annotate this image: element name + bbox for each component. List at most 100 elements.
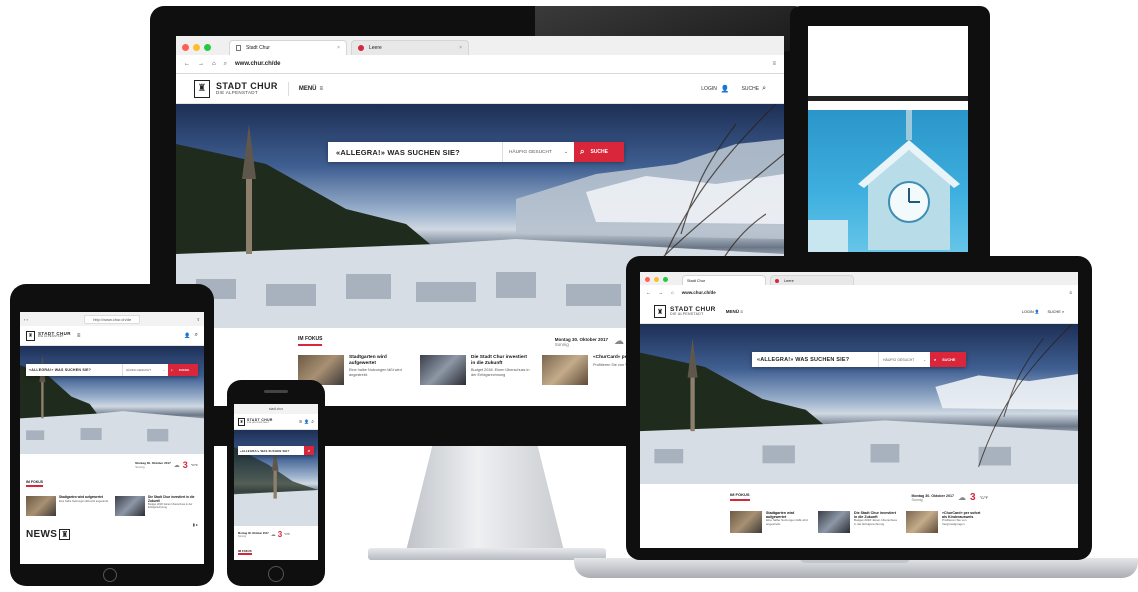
pagination-dots[interactable]: ▮ ▸ <box>193 522 198 527</box>
maximize-dot[interactable] <box>204 44 211 51</box>
laptop-screen: Stadt Chur Leere ← → ⌂ www.chur.ch/de ≡ … <box>640 272 1078 548</box>
user-icon[interactable]: 👤 <box>304 419 309 424</box>
tablet-hero-image: «ALLEGRA!» WAS SUCHEN SIE? HÄUFIG GESUCH… <box>20 346 204 454</box>
login-link[interactable]: LOGIN 👤 <box>701 85 729 93</box>
search-icon: ⌕ <box>934 357 937 362</box>
tab-close-icon[interactable]: × <box>459 45 462 51</box>
coat-of-arms-icon[interactable]: ♜ <box>238 417 245 426</box>
page-icon <box>236 45 241 51</box>
hamburger-icon[interactable]: ≡ <box>77 333 81 339</box>
minimize-dot[interactable] <box>654 277 659 282</box>
hamburger-menu-icon[interactable]: ≡ <box>1069 290 1072 295</box>
list-item[interactable]: Stadtgarten wird aufgewertet Eine halbe N… <box>730 511 810 533</box>
news-thumbnail <box>420 355 466 385</box>
maximize-dot[interactable] <box>663 277 668 282</box>
laptop-browser-chrome: Stadt Chur Leere ← → ⌂ www.chur.ch/de ≡ <box>640 272 1078 300</box>
forward-arrow-icon[interactable]: → <box>659 290 664 295</box>
weather-widget: Montag 30. Oktober 2017 Sonnig ☁ 3 °C/°F <box>911 492 988 503</box>
monitor-stand <box>405 440 565 555</box>
site-brand[interactable]: STADT CHUR DIE ALPENSTADT <box>216 81 278 96</box>
tab-stadt-chur[interactable]: Stadt Chur <box>682 275 766 285</box>
chevron-down-icon: ⌄ <box>563 149 568 155</box>
search-button[interactable]: ⌕ SUCHE <box>930 352 966 367</box>
list-item[interactable]: Stadtgarten wird aufgewertet Eine halbe N… <box>26 495 109 516</box>
home-icon[interactable]: ⌂ <box>212 61 216 67</box>
tab-close-icon[interactable]: × <box>337 45 340 51</box>
temperature: 3 <box>970 492 976 503</box>
tab-leere[interactable]: Leere × <box>351 40 469 55</box>
search-icon[interactable]: ⌕ <box>195 332 198 339</box>
red-circle-icon <box>775 278 779 283</box>
back-arrow-icon[interactable]: ‹ › <box>24 317 28 322</box>
list-item[interactable]: «ChurCard» per sofort als Kinderausweis P… <box>906 511 986 533</box>
red-circle-icon <box>358 45 364 51</box>
menu-button[interactable]: MENÜ ≡ <box>726 309 743 314</box>
menu-button[interactable]: MENÜ ≡ <box>299 86 323 92</box>
coat-of-arms-icon: ♜ <box>59 529 71 540</box>
phone-speaker <box>264 390 288 393</box>
search-input[interactable]: «ALLEGRA!» WAS SUCHEN SIE? <box>26 364 122 376</box>
frequent-searches-dropdown[interactable]: HÄUFIG GESUCHT ⌄ <box>502 142 574 162</box>
search-button[interactable]: ⌕ SUCHE <box>574 142 624 162</box>
search-icon: ⌕ <box>580 147 585 156</box>
close-dot[interactable] <box>182 44 189 51</box>
temperature-unit-toggle[interactable]: °C/°F <box>191 463 198 467</box>
address-bar[interactable]: http://www.chur.ch/de <box>84 314 141 324</box>
cloud-sun-icon: ☁ <box>173 462 180 469</box>
phone-address-bar: stadt.chur <box>234 404 318 414</box>
back-arrow-icon[interactable]: ← <box>646 290 651 295</box>
tab-leere[interactable]: Leere <box>770 275 854 285</box>
coat-of-arms-icon[interactable]: ♜ <box>654 305 666 318</box>
section-title: IM FOKUS <box>730 492 750 501</box>
phone-search-bar: «ALLEGRA!» WAS SUCHEN SIE? ⌕ <box>238 446 314 455</box>
weather-widget: Montag 30. Oktober 2017 Sonnig ☁ 3 °C/°F <box>238 530 290 539</box>
news-thumbnail <box>542 355 588 385</box>
tablet-home-button[interactable] <box>103 568 117 582</box>
search-input[interactable]: «ALLEGRA!» WAS SUCHEN SIE? <box>752 352 878 367</box>
minimize-dot[interactable] <box>193 44 200 51</box>
coat-of-arms-icon[interactable]: ♜ <box>26 330 35 341</box>
user-icon: 👤 <box>720 85 730 93</box>
coat-of-arms-icon[interactable]: ♜ <box>194 79 210 98</box>
list-item[interactable]: Die Stadt Chur investiert in die Zukunft… <box>115 495 198 516</box>
hamburger-icon[interactable]: ≡ <box>299 419 302 425</box>
search-icon: ⌕ <box>762 84 766 92</box>
header-search-link[interactable]: SUCHE ⌕ <box>742 85 766 93</box>
close-dot[interactable] <box>645 277 650 282</box>
cloud-sun-icon: ☁ <box>270 531 276 538</box>
address-bar[interactable]: www.chur.ch/de <box>682 290 1062 295</box>
tab-stadt-chur[interactable]: Stadt Chur × <box>229 40 347 55</box>
user-icon[interactable]: 👤 <box>184 333 190 339</box>
login-link[interactable]: LOGIN 👤 <box>1022 309 1040 314</box>
site-brand[interactable]: STADT CHUR DIE ALPENSTADT <box>670 306 716 317</box>
site-brand[interactable]: STADT CHUR DIE ALPENSTADT <box>38 331 71 339</box>
search-button[interactable]: ⌕ SUCHE <box>168 364 198 376</box>
phone-site-header: ♜ STADT CHUR DIE ALPENSTADT ≡ 👤 ⌕ <box>234 414 318 430</box>
laptop-search-bar: «ALLEGRA!» WAS SUCHEN SIE? HÄUFIG GESUCH… <box>752 352 966 367</box>
search-input[interactable]: «ALLEGRA!» WAS SUCHEN SIE? <box>238 446 304 455</box>
back-arrow-icon[interactable]: ← <box>184 61 190 67</box>
tablet-site-header: ♜ STADT CHUR DIE ALPENSTADT ≡ 👤 ⌕ <box>20 326 204 346</box>
hamburger-menu-icon[interactable]: ≡ <box>772 61 776 67</box>
news-thumbnail <box>115 496 145 516</box>
search-icon[interactable]: ⌕ <box>311 419 314 425</box>
phone-home-button[interactable] <box>268 566 284 582</box>
address-bar[interactable]: www.chur.ch/de <box>235 61 764 67</box>
list-item[interactable]: Die Stadt Chur investiert in die Zukunft… <box>420 355 532 385</box>
temperature-unit-toggle[interactable]: °C/°F <box>284 533 290 536</box>
chevron-down-icon: ⌄ <box>923 357 926 362</box>
device-mockup-stage: Stadt Chur × Leere × ← → ⌂ ⌕ www.chur.ch… <box>0 0 1138 592</box>
search-button[interactable]: ⌕ <box>304 446 314 455</box>
temperature-unit-toggle[interactable]: °C/°F <box>980 496 988 500</box>
home-icon[interactable]: ⌂ <box>671 290 674 295</box>
frequent-searches-dropdown[interactable]: HÄUFIG GESUCHT ⌄ <box>878 352 930 367</box>
forward-arrow-icon[interactable]: → <box>198 61 204 67</box>
header-search-link[interactable]: SUCHE ⌕ <box>1048 310 1064 314</box>
frequent-searches-dropdown[interactable]: HÄUFIG GESUCHT ⌄ <box>122 364 168 376</box>
search-input[interactable]: «ALLEGRA!» WAS SUCHEN SIE? <box>328 142 502 162</box>
list-item[interactable]: Die Stadt Chur investiert in die Zukunft… <box>818 511 898 533</box>
share-icon[interactable]: ⇪ <box>197 317 200 322</box>
weather-widget: Montag 30. Oktober 2017 Sonnig ☁ <box>554 336 624 347</box>
site-brand[interactable]: STADT CHUR DIE ALPENSTADT <box>247 418 273 425</box>
news-heading: NEWS ♜ <box>26 529 71 540</box>
